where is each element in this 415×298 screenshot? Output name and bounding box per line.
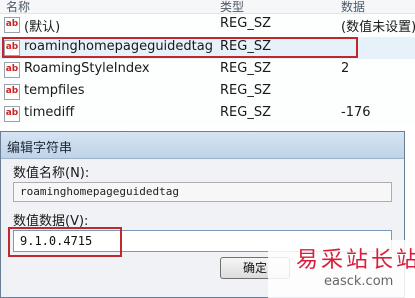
highlight-box-row: [2, 37, 358, 58]
row-data: -176: [341, 105, 371, 120]
row-data: (数值未设置): [341, 20, 415, 35]
string-value-icon: ab: [4, 84, 20, 100]
watermark: 易采站长站 easck.com: [268, 240, 415, 298]
row-type: REG_SZ: [220, 16, 271, 31]
registry-row[interactable]: ab timediff REG_SZ -176: [0, 103, 415, 125]
row-name: RoamingStyleIndex: [24, 61, 150, 76]
row-type: REG_SZ: [220, 83, 271, 98]
dialog-titlebar[interactable]: 编辑字符串: [1, 132, 404, 159]
column-header-type[interactable]: 类型: [220, 0, 244, 15]
row-type: REG_SZ: [220, 61, 271, 76]
registry-row[interactable]: ab tempfiles REG_SZ: [0, 81, 415, 103]
row-name: (默认): [24, 20, 61, 35]
row-name: timediff: [24, 105, 75, 120]
watermark-cn-text: 易采站长站: [296, 248, 415, 273]
column-header-name[interactable]: 名称: [6, 0, 30, 15]
row-name: tempfiles: [24, 83, 85, 98]
registry-value-list: 名称 类型 数据 ab (默认) REG_SZ (数值未设置) ab roami…: [0, 0, 415, 125]
dialog-title: 编辑字符串: [7, 141, 73, 156]
value-name-field: roaminghomepageguidedtag: [13, 182, 392, 202]
list-header: 名称 类型 数据: [0, 0, 415, 14]
value-name-text: roaminghomepageguidedtag: [20, 185, 179, 198]
value-name-label: 数值名称(N):: [13, 166, 90, 181]
highlight-box-value-data: [8, 227, 122, 257]
string-value-icon: ab: [4, 62, 20, 78]
column-header-data[interactable]: 数据: [341, 0, 365, 15]
string-value-icon: ab: [4, 106, 20, 122]
string-value-icon: ab: [4, 17, 20, 33]
registry-row[interactable]: ab (默认) REG_SZ (数值未设置): [0, 14, 415, 36]
row-type: REG_SZ: [220, 105, 271, 120]
row-data: 2: [341, 61, 350, 76]
registry-row[interactable]: ab RoamingStyleIndex REG_SZ 2: [0, 59, 415, 81]
watermark-url-text: easck.com: [324, 274, 394, 289]
